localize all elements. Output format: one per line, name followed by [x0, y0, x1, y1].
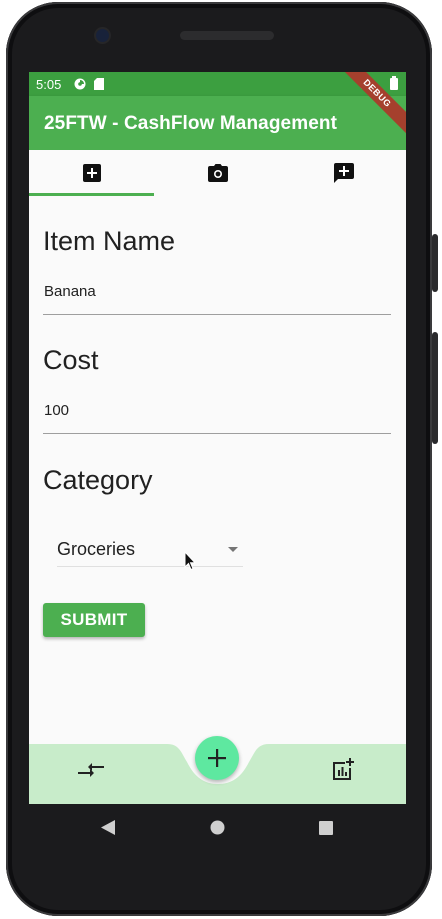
battery-icon	[390, 76, 398, 90]
compare-arrows-icon	[78, 763, 104, 777]
tab-add-item[interactable]	[29, 150, 154, 196]
add-comment-icon	[333, 163, 354, 183]
system-nav-bar	[29, 804, 406, 850]
back-icon[interactable]	[101, 820, 115, 835]
sim-card-icon	[94, 78, 104, 90]
category-selected-value: Groceries	[57, 539, 136, 559]
category-label: Category	[43, 465, 153, 495]
phone-frame: 5:05 25FTW - CashFlow Management DEBUG I…	[6, 2, 438, 916]
transfer-nav-button[interactable]	[76, 758, 106, 782]
tab-camera[interactable]	[155, 150, 280, 196]
recents-icon[interactable]	[319, 821, 333, 835]
cost-label: Cost	[43, 345, 99, 375]
item-name-label: Item Name	[43, 226, 176, 256]
dropdown-arrow-icon	[228, 547, 238, 552]
submit-button[interactable]: SUBMIT	[43, 603, 145, 637]
cost-input[interactable]: 100	[44, 402, 69, 419]
add-chart-icon	[333, 758, 354, 780]
app-screen: 5:05 25FTW - CashFlow Management DEBUG I…	[29, 72, 406, 804]
add-box-icon	[82, 164, 101, 182]
app-bar: 25FTW - CashFlow Management	[29, 96, 406, 150]
power-button	[432, 234, 438, 292]
add-fab-button[interactable]	[195, 736, 239, 780]
tab-bar	[29, 150, 406, 196]
item-name-underline	[43, 314, 391, 315]
mouse-cursor-icon	[184, 551, 196, 571]
item-name-input[interactable]: Banana	[44, 283, 96, 300]
tab-add-comment[interactable]	[281, 150, 406, 196]
category-dropdown[interactable]: Groceries	[57, 534, 243, 567]
tab-indicator	[29, 193, 154, 196]
home-icon[interactable]	[210, 820, 225, 835]
sync-status-icon	[74, 78, 86, 90]
earpiece-speaker	[180, 31, 274, 40]
status-time: 5:05	[36, 77, 62, 92]
chart-nav-button[interactable]	[329, 756, 357, 784]
volume-button	[432, 332, 438, 444]
front-camera	[96, 29, 109, 42]
cost-underline	[43, 433, 391, 434]
plus-icon	[208, 749, 226, 767]
camera-icon	[207, 164, 228, 182]
app-title: 25FTW - CashFlow Management	[44, 113, 338, 134]
